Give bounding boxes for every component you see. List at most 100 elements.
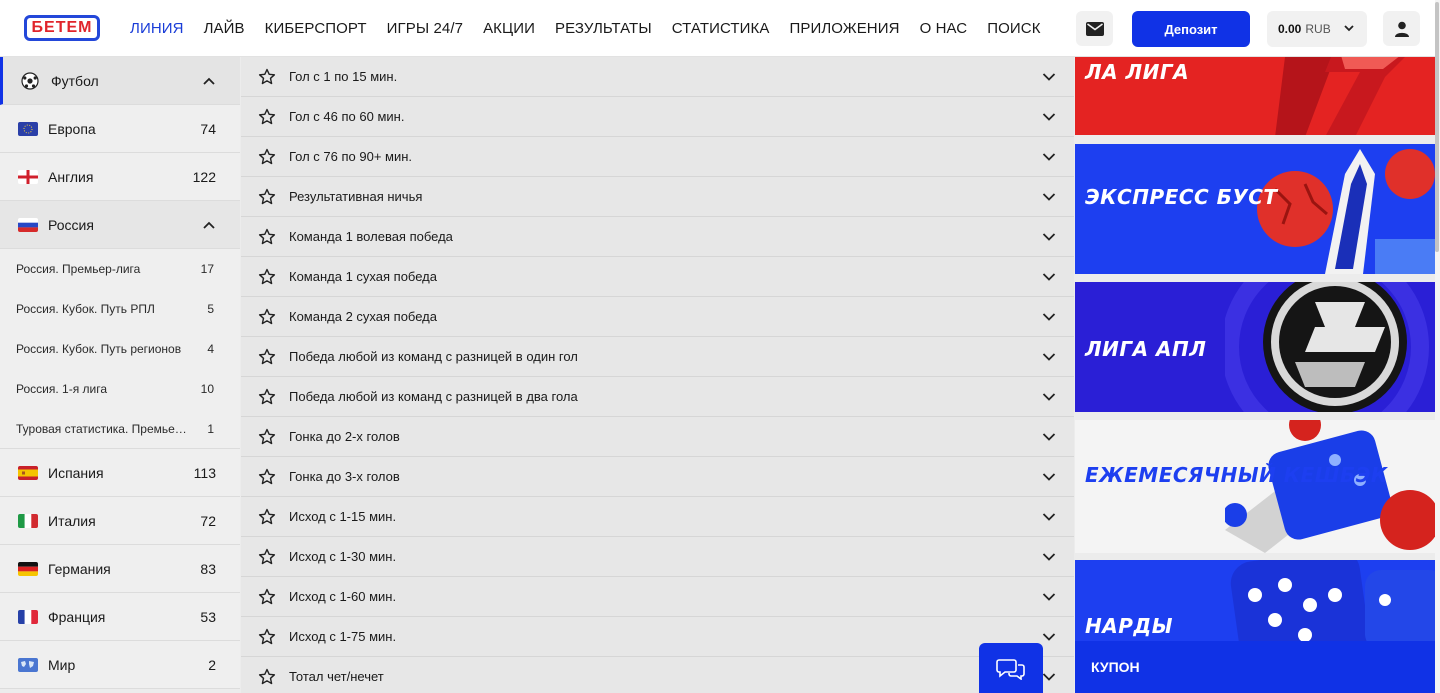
promo-title: ЭКСПРЕСС БУСТ [1085,185,1278,209]
sidebar-item-france[interactable]: Франция 53 [0,593,240,641]
market-label: Гол с 1 по 15 мин. [289,69,398,84]
market-label: Победа любой из команд с разницей в один… [289,349,578,364]
market-row[interactable]: Гонка до 2-х голов [241,417,1074,457]
star-icon[interactable] [258,508,276,526]
logo[interactable]: БЕТЕМ [24,15,100,41]
promo-banner-nardy[interactable]: НАРДЫ [1075,560,1435,650]
market-row[interactable]: Гонка до 3-х голов [241,457,1074,497]
user-icon [1394,21,1409,37]
market-row[interactable]: Команда 1 сухая победа [241,257,1074,297]
chevron-down-icon [1042,273,1056,281]
france-flag-icon [18,609,38,624]
sidebar-item-spain[interactable]: Испания 113 [0,449,240,497]
sidebar-item-europe[interactable]: Европа 74 [0,105,240,153]
balance-currency: RUB [1305,22,1331,36]
scrollbar-thumb[interactable] [1435,2,1439,252]
coupon-button[interactable]: КУПОН [1075,641,1435,693]
market-row[interactable]: Результативная ничья [241,177,1074,217]
nav-line[interactable]: ЛИНИЯ [120,20,194,37]
promo-title: НАРДЫ [1085,614,1173,638]
market-row[interactable]: Исход с 1-75 мин. [241,617,1074,657]
promo-banner-laliga[interactable]: ЛА ЛИГА [1075,57,1435,135]
sidebar-item-germany[interactable]: Германия 83 [0,545,240,593]
star-icon[interactable] [258,308,276,326]
nav-statistics[interactable]: СТАТИСТИКА [662,20,780,37]
sport-sidebar: Футбол Европа 74 Англия 122 Россия Росси… [0,57,240,693]
sidebar-item-count: 113 [193,464,216,481]
market-row[interactable]: Исход с 1-60 мин. [241,577,1074,617]
star-icon[interactable] [258,228,276,246]
chevron-down-icon [1042,633,1056,641]
market-row[interactable]: Гол с 76 по 90+ мин. [241,137,1074,177]
promo-banner-express-boost[interactable]: ЭКСПРЕСС БУСТ [1075,144,1435,274]
market-label: Исход с 1-60 мин. [289,589,397,604]
nav-live[interactable]: ЛАЙВ [194,20,255,37]
sidebar-item-count: 83 [200,560,216,577]
nav-esports[interactable]: КИБЕРСПОРТ [255,20,377,37]
star-icon[interactable] [258,548,276,566]
star-icon[interactable] [258,388,276,406]
promo-banner-liga-apl[interactable]: ЛИГА АПЛ [1075,282,1435,412]
market-label: Команда 2 сухая победа [289,309,437,324]
chevron-down-icon [1042,553,1056,561]
balance-dropdown[interactable]: 0.00 RUB [1267,11,1367,47]
star-icon[interactable] [258,628,276,646]
star-icon[interactable] [258,188,276,206]
market-row[interactable]: Победа любой из команд с разницей в один… [241,337,1074,377]
market-row[interactable]: Гол с 46 по 60 мин. [241,97,1074,137]
star-icon[interactable] [258,468,276,486]
sidebar-item-label: Англия [48,168,94,185]
chat-button[interactable] [979,643,1043,693]
sidebar-league-item[interactable]: Россия. 1-я лига 10 [0,369,240,409]
sidebar-item-england[interactable]: Англия 122 [0,153,240,201]
market-row[interactable]: Тотал чет/нечет [241,657,1074,693]
nav-games[interactable]: ИГРЫ 24/7 [377,20,473,37]
profile-button[interactable] [1383,11,1420,46]
market-row[interactable]: Исход с 1-30 мин. [241,537,1074,577]
nav-about[interactable]: О НАС [910,20,978,37]
market-row[interactable]: Команда 2 сухая победа [241,297,1074,337]
league-count: 5 [207,302,214,316]
market-label: Команда 1 волевая победа [289,229,453,244]
market-row[interactable]: Исход с 1-15 мин. [241,497,1074,537]
sidebar-sport-football[interactable]: Футбол [0,57,240,105]
chevron-down-icon [1042,513,1056,521]
chevron-down-icon [1042,73,1056,81]
england-flag-icon [18,169,38,184]
market-row[interactable]: Победа любой из команд с разницей в два … [241,377,1074,417]
nav-promotions[interactable]: АКЦИИ [473,20,545,37]
star-icon[interactable] [258,108,276,126]
sidebar-item-italy[interactable]: Италия 72 [0,497,240,545]
star-icon[interactable] [258,588,276,606]
chevron-down-icon [1042,153,1056,161]
sidebar-league-item[interactable]: Россия. Премьер-лига 17 [0,249,240,289]
sidebar-league-item[interactable]: Россия. Кубок. Путь РПЛ 5 [0,289,240,329]
market-row[interactable]: Гол с 1 по 15 мин. [241,57,1074,97]
nav-search[interactable]: ПОИСК [977,20,1050,37]
market-row[interactable]: Команда 1 волевая победа [241,217,1074,257]
star-icon[interactable] [258,668,276,686]
sidebar-item-world[interactable]: Мир 2 [0,641,240,689]
star-icon[interactable] [258,148,276,166]
sidebar-league-item[interactable]: Россия. Кубок. Путь регионов 4 [0,329,240,369]
sidebar-item-russia[interactable]: Россия [0,201,240,249]
league-label: Россия. Кубок. Путь регионов [16,342,182,356]
deposit-button[interactable]: Депозит [1132,11,1250,47]
promo-banner-cashback[interactable]: ЕЖЕМЕСЯЧНЫЙ КЕШБЭК [1075,420,1435,553]
star-icon[interactable] [258,428,276,446]
market-label: Исход с 1-30 мин. [289,549,397,564]
mail-icon [1085,21,1104,36]
sidebar-item-count: 72 [200,512,216,529]
star-icon[interactable] [258,68,276,86]
market-label: Тотал чет/нечет [289,669,384,684]
chevron-down-icon [1344,25,1354,32]
sidebar-league-item[interactable]: Туровая статистика. Премьер-лига 1 [0,409,240,449]
star-icon[interactable] [258,348,276,366]
league-label: Россия. 1-я лига [16,382,108,396]
messages-button[interactable] [1076,11,1113,46]
league-count: 4 [207,342,214,356]
star-icon[interactable] [258,268,276,286]
nav-apps[interactable]: ПРИЛОЖЕНИЯ [780,20,910,37]
nav-results[interactable]: РЕЗУЛЬТАТЫ [545,20,662,37]
chevron-down-icon [1042,673,1056,681]
